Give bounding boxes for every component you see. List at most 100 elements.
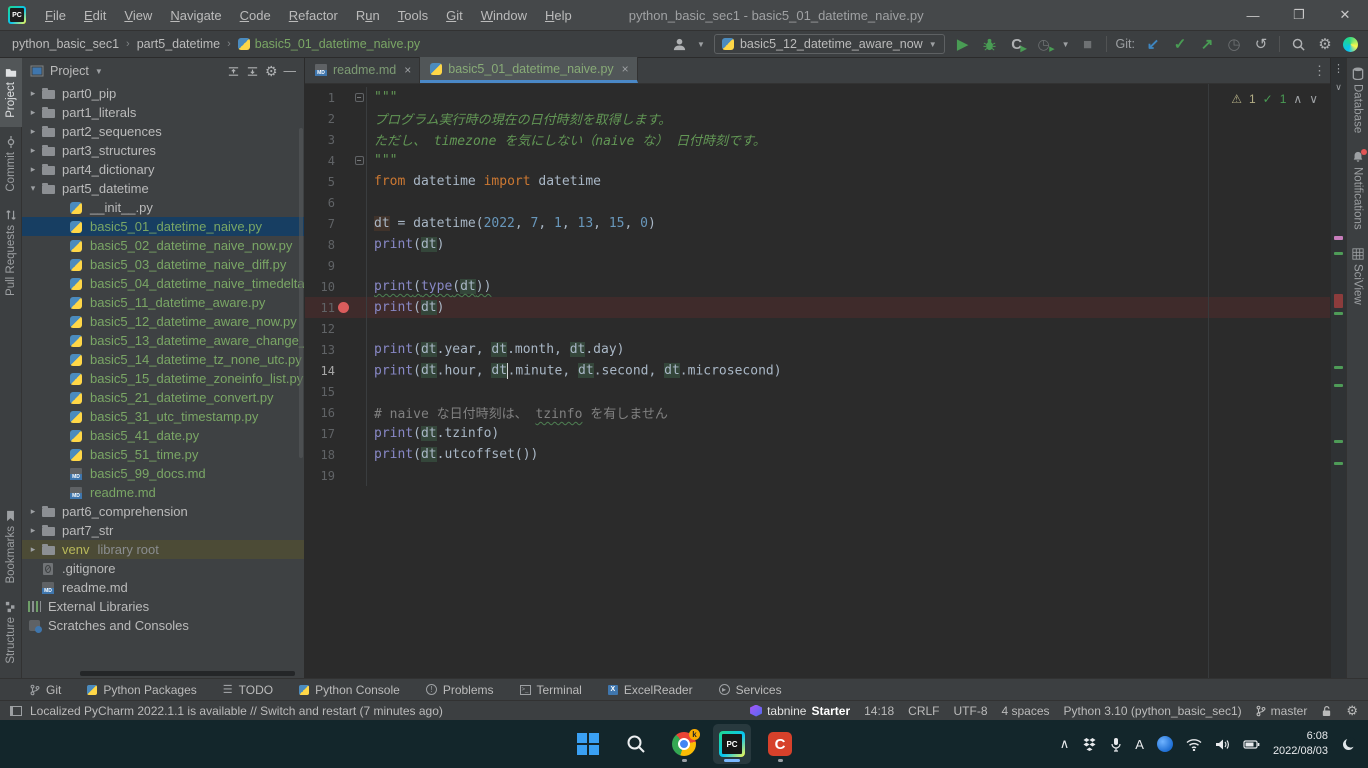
fold-marker[interactable]: − — [352, 87, 367, 108]
code-text[interactable]: print(dt) — [367, 300, 444, 315]
tree-item-external-libraries[interactable]: External Libraries — [22, 597, 304, 616]
code-line-8[interactable]: 8print(dt) — [305, 234, 1330, 255]
code-line-15[interactable]: 15 — [305, 381, 1330, 402]
line-number[interactable]: 7 — [305, 217, 335, 231]
code-text[interactable]: print(dt.year, dt.month, dt.day) — [367, 342, 625, 357]
code-line-12[interactable]: 12 — [305, 318, 1330, 339]
moon-icon[interactable] — [1341, 737, 1356, 752]
code-line-13[interactable]: 13print(dt.year, dt.month, dt.day) — [305, 339, 1330, 360]
code-line-3[interactable]: 3ただし、 timezone を気にしない（naive な） 日付時刻です。 — [305, 129, 1330, 150]
tab-options-icon[interactable]: ⋮ — [1313, 63, 1326, 79]
tool-button-structure[interactable]: Structure — [5, 592, 17, 678]
code-text[interactable]: # naive な日付時刻は、 tzinfo を有しません — [367, 403, 668, 422]
menu-git[interactable]: Git — [437, 3, 472, 28]
menu-run[interactable]: Run — [347, 3, 389, 28]
debug-button[interactable] — [981, 35, 999, 53]
panel-settings-gear-icon[interactable]: ⚙ — [265, 63, 278, 80]
code-text[interactable]: print(type(dt)) — [367, 279, 491, 294]
battery-icon[interactable] — [1243, 738, 1260, 751]
taskbar-chrome-button[interactable]: k — [665, 724, 703, 764]
menu-navigate[interactable]: Navigate — [161, 3, 230, 28]
fold-toggle-icon[interactable]: − — [355, 93, 364, 102]
tree-item-basic5-41-date-py[interactable]: basic5_41_date.py — [22, 426, 304, 445]
line-number[interactable]: 15 — [305, 385, 335, 399]
taskbar-search-button[interactable] — [617, 724, 655, 764]
tree-item-part0-pip[interactable]: ▸part0_pip — [22, 84, 304, 103]
scroll-marker-7[interactable] — [1334, 462, 1343, 465]
settings-gear-icon[interactable]: ⚙ — [1316, 35, 1334, 53]
chevron-collapsed-icon[interactable]: ▸ — [26, 145, 40, 156]
git-update-button[interactable]: ↙ — [1144, 35, 1162, 53]
code-line-4[interactable]: 4−""" — [305, 150, 1330, 171]
code-text[interactable]: from datetime import datetime — [367, 174, 601, 189]
code-line-14[interactable]: 14print(dt.hour, dt.minute, dt.second, d… — [305, 360, 1330, 381]
run-button[interactable]: ▶ — [954, 35, 972, 53]
breadcrumb-item-python-basic-sec1[interactable]: python_basic_sec1 — [12, 37, 119, 51]
menu-view[interactable]: View — [115, 3, 161, 28]
tree-item-basic5-51-time-py[interactable]: basic5_51_time.py — [22, 445, 304, 464]
ime-indicator[interactable]: A — [1135, 737, 1144, 752]
tabnine-status[interactable]: tabnine Starter — [750, 704, 850, 718]
menu-tools[interactable]: Tools — [389, 3, 437, 28]
tree-item-venv[interactable]: ▸venvlibrary root — [22, 540, 304, 559]
tool-button-commit[interactable]: Commit — [5, 127, 17, 201]
wifi-icon[interactable] — [1186, 738, 1202, 751]
tree-item-init-py[interactable]: __init__.py — [22, 198, 304, 217]
stripe-chevron-icon[interactable]: ∨ — [1331, 82, 1346, 93]
tree-item-basic5-01-datetime-naive-py[interactable]: basic5_01_datetime_naive.py — [22, 217, 304, 236]
tool-button-project[interactable]: Project — [0, 58, 22, 127]
code-line-18[interactable]: 18print(dt.utcoffset()) — [305, 444, 1330, 465]
line-number[interactable]: 12 — [305, 322, 335, 336]
indent-style[interactable]: 4 spaces — [1002, 704, 1050, 718]
editor-tab-readme-md[interactable]: readme.md× — [305, 57, 420, 83]
line-number[interactable]: 6 — [305, 196, 335, 210]
prev-problem-icon[interactable]: ∧ — [1293, 92, 1302, 106]
file-encoding[interactable]: UTF-8 — [954, 704, 988, 718]
code-text[interactable]: print(dt.tzinfo) — [367, 426, 499, 441]
taskbar-pycharm-button[interactable]: PC — [713, 724, 751, 764]
scroll-marker-2[interactable] — [1334, 294, 1343, 308]
tree-item-basic5-21-datetime-convert-py[interactable]: basic5_21_datetime_convert.py — [22, 388, 304, 407]
code-line-10[interactable]: 10print(type(dt)) — [305, 276, 1330, 297]
code-line-17[interactable]: 17print(dt.tzinfo) — [305, 423, 1330, 444]
scroll-marker-0[interactable] — [1334, 236, 1343, 240]
python-interpreter[interactable]: Python 3.10 (python_basic_sec1) — [1064, 704, 1242, 718]
menu-window[interactable]: Window — [472, 3, 536, 28]
run-configuration-select[interactable]: basic5_12_datetime_aware_now ▼ — [714, 34, 945, 54]
line-number[interactable]: 1 — [305, 91, 335, 105]
scroll-marker-3[interactable] — [1334, 312, 1343, 315]
git-push-button[interactable]: ↗ — [1198, 35, 1216, 53]
line-number[interactable]: 16 — [305, 406, 335, 420]
status-notification[interactable]: Localized PyCharm 2022.1.1 is available … — [30, 704, 443, 718]
start-button[interactable] — [569, 724, 607, 764]
restore-button[interactable]: ❐ — [1276, 0, 1322, 30]
tree-item-basic5-99-docs-md[interactable]: basic5_99_docs.md — [22, 464, 304, 483]
fold-marker[interactable]: − — [352, 150, 367, 171]
git-branch-widget[interactable]: master — [1256, 704, 1308, 718]
select-opened-file-icon[interactable] — [227, 65, 240, 78]
code-line-1[interactable]: 1−""" — [305, 87, 1330, 108]
line-number[interactable]: 9 — [305, 259, 335, 273]
code-line-2[interactable]: 2プログラム実行時の現在の日付時刻を取得します。 — [305, 108, 1330, 129]
tool-button-todo[interactable]: ☰ TODO — [223, 683, 273, 697]
editor-settings-gear-icon[interactable]: ⚙ — [1346, 703, 1358, 719]
scroll-marker-5[interactable] — [1334, 384, 1343, 387]
dropbox-icon[interactable] — [1082, 738, 1097, 751]
tool-button-pull-requests[interactable]: Pull Requests — [5, 200, 17, 305]
close-button[interactable]: ✕ — [1322, 0, 1368, 30]
tree-item-basic5-04-datetime-naive-timedelta-py[interactable]: basic5_04_datetime_naive_timedelta.py — [22, 274, 304, 293]
run-with-coverage-button[interactable]: C▶ — [1008, 35, 1026, 53]
tool-button-python-packages[interactable]: Python Packages — [87, 683, 196, 697]
tree-item-part6-comprehension[interactable]: ▸part6_comprehension — [22, 502, 304, 521]
user-dropdown-icon[interactable]: ▼ — [697, 40, 705, 49]
code-text[interactable]: """ — [367, 153, 397, 168]
taskbar-clock[interactable]: 6:08 2022/08/03 — [1273, 729, 1328, 759]
tool-button-problems[interactable]: ! Problems — [426, 683, 494, 697]
scroll-marker-6[interactable] — [1334, 440, 1343, 443]
user-profile-icon[interactable] — [670, 35, 688, 53]
editor-scroll-stripe[interactable]: ⋮ ∨ — [1330, 58, 1346, 678]
code-line-19[interactable]: 19 — [305, 465, 1330, 486]
history-icon[interactable]: ◷ — [1225, 35, 1243, 53]
minimize-button[interactable]: — — [1230, 0, 1276, 30]
line-number[interactable]: 8 — [305, 238, 335, 252]
